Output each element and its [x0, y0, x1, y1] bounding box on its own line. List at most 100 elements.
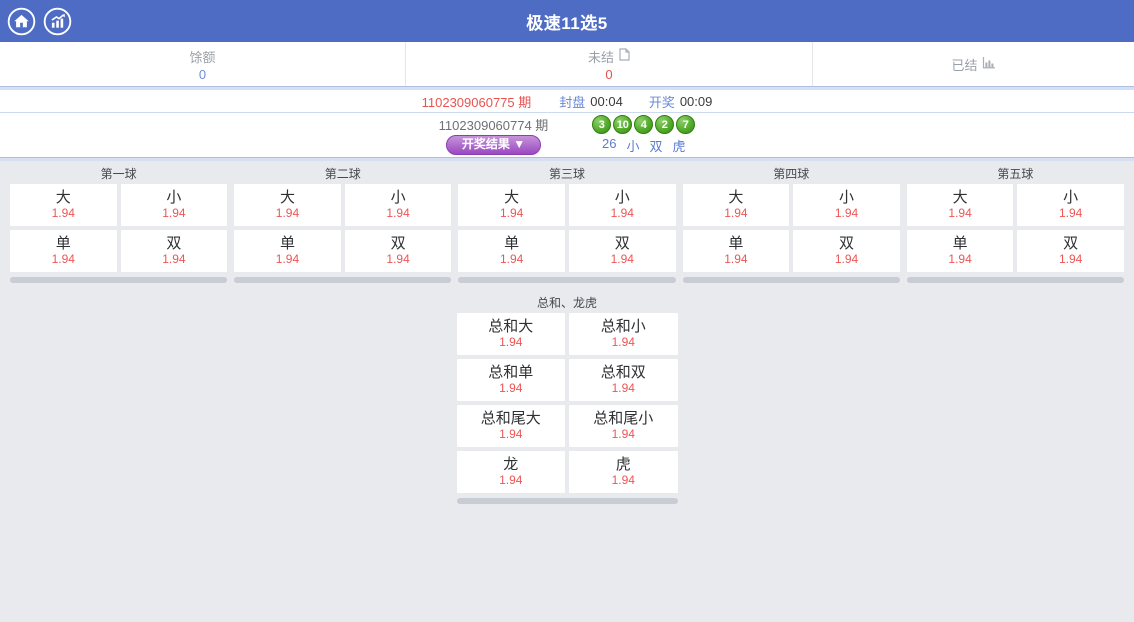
bet-cell[interactable]: 总和尾小 1.94 — [569, 405, 678, 447]
bet-cell[interactable]: 双 1.94 — [1017, 230, 1124, 272]
bet-cell[interactable]: 大 1.94 — [907, 184, 1014, 226]
bet-cell[interactable]: 总和双 1.94 — [569, 359, 678, 401]
balance-stat: 馀额 0 — [0, 42, 406, 86]
bet-cell[interactable]: 小 1.94 — [121, 184, 228, 226]
bet-cell[interactable]: 小 1.94 — [345, 184, 452, 226]
bet-odds: 1.94 — [500, 206, 523, 220]
bet-label: 虎 — [616, 456, 631, 473]
result-size: 小 — [627, 136, 640, 155]
bet-label: 双 — [839, 235, 854, 252]
draw-countdown: 00:09 — [680, 94, 713, 109]
bet-cell[interactable]: 总和尾大 1.94 — [457, 405, 566, 447]
bet-cell[interactable]: 小 1.94 — [793, 184, 900, 226]
bet-label: 总和双 — [601, 364, 646, 381]
bet-cell[interactable]: 大 1.94 — [683, 184, 790, 226]
group-title: 第四球 — [683, 163, 900, 184]
bet-odds: 1.94 — [948, 252, 971, 266]
bet-odds: 1.94 — [612, 335, 635, 349]
unsettled-stat[interactable]: 未结 0 — [406, 42, 813, 86]
bet-label: 大 — [56, 189, 71, 206]
bet-cell[interactable]: 总和小 1.94 — [569, 313, 678, 355]
bet-label: 总和单 — [488, 364, 533, 381]
bet-label: 大 — [728, 189, 743, 206]
bet-label: 小 — [615, 189, 630, 206]
bet-label: 单 — [56, 235, 71, 252]
bet-odds: 1.94 — [835, 252, 858, 266]
bet-label: 单 — [504, 235, 519, 252]
result-ball: 7 — [676, 115, 695, 134]
bet-cell[interactable]: 单 1.94 — [683, 230, 790, 272]
settled-stat[interactable]: 已结 — [813, 42, 1134, 86]
bet-label: 大 — [504, 189, 519, 206]
bet-odds: 1.94 — [499, 473, 522, 487]
group-bottom-bar — [10, 277, 227, 283]
bet-odds: 1.94 — [835, 206, 858, 220]
page-title: 极速11选5 — [0, 9, 1134, 34]
bet-odds: 1.94 — [52, 252, 75, 266]
draw-results-button[interactable]: 开奖结果 ▼ — [446, 135, 541, 156]
bet-cell[interactable]: 虎 1.94 — [569, 451, 678, 493]
bet-cell[interactable]: 大 1.94 — [234, 184, 341, 226]
bet-cell[interactable]: 小 1.94 — [1017, 184, 1124, 226]
result-dragon-tiger: 虎 — [673, 136, 686, 155]
bet-group-ball3: 第三球 大 1.94 小 1.94 单 1.94 双 — [458, 163, 675, 283]
bet-cell[interactable]: 双 1.94 — [121, 230, 228, 272]
group-bottom-bar — [683, 277, 900, 283]
bet-odds: 1.94 — [499, 335, 522, 349]
group-title: 第三球 — [458, 163, 675, 184]
group-title: 第一球 — [10, 163, 227, 184]
bar-chart-icon — [982, 57, 996, 72]
group-bottom-bar — [458, 277, 675, 283]
bet-odds: 1.94 — [162, 252, 185, 266]
betting-area: 第一球 大 1.94 小 1.94 单 1.94 双 — [0, 161, 1134, 622]
result-ball: 10 — [613, 115, 632, 134]
bet-cell[interactable]: 总和单 1.94 — [457, 359, 566, 401]
ball-bet-groups: 第一球 大 1.94 小 1.94 单 1.94 双 — [10, 163, 1124, 283]
bet-cell[interactable]: 单 1.94 — [907, 230, 1014, 272]
balance-value[interactable]: 0 — [199, 67, 206, 82]
result-summary: 26 小 双 虎 — [602, 136, 686, 155]
bet-cell[interactable]: 大 1.94 — [458, 184, 565, 226]
bet-odds: 1.94 — [611, 206, 634, 220]
bet-group-sum-dragon-tiger: 总和、龙虎 总和大 1.94 总和小 1.94 总和单 1.94 总和双 1.9… — [457, 292, 678, 504]
bet-label: 小 — [166, 189, 181, 206]
last-result-row: 1102309060774 期 开奖结果 ▼ 3 10 4 2 7 26 小 双… — [0, 113, 1134, 157]
result-sum: 26 — [602, 136, 616, 155]
bet-cell[interactable]: 单 1.94 — [10, 230, 117, 272]
bet-label: 小 — [1063, 189, 1078, 206]
result-ball: 3 — [592, 115, 611, 134]
home-icon[interactable] — [7, 7, 36, 36]
bet-cell[interactable]: 双 1.94 — [345, 230, 452, 272]
result-ball: 4 — [634, 115, 653, 134]
bet-group-ball1: 第一球 大 1.94 小 1.94 单 1.94 双 — [10, 163, 227, 283]
bet-cell[interactable]: 双 1.94 — [793, 230, 900, 272]
bet-cell[interactable]: 单 1.94 — [234, 230, 341, 272]
group-bottom-bar — [234, 277, 451, 283]
bet-odds: 1.94 — [1059, 252, 1082, 266]
group-title: 第五球 — [907, 163, 1124, 184]
bet-cell[interactable]: 单 1.94 — [458, 230, 565, 272]
bet-odds: 1.94 — [276, 252, 299, 266]
bet-odds: 1.94 — [499, 427, 522, 441]
bet-label: 大 — [953, 189, 968, 206]
bet-label: 双 — [615, 235, 630, 252]
bet-group-ball2: 第二球 大 1.94 小 1.94 单 1.94 双 — [234, 163, 451, 283]
bet-odds: 1.94 — [162, 206, 185, 220]
bet-cell[interactable]: 龙 1.94 — [457, 451, 566, 493]
bet-odds: 1.94 — [276, 206, 299, 220]
result-balls: 3 10 4 2 7 — [592, 115, 695, 134]
bet-odds: 1.94 — [1059, 206, 1082, 220]
bet-cell[interactable]: 总和大 1.94 — [457, 313, 566, 355]
bet-label: 单 — [953, 235, 968, 252]
bet-group-ball4: 第四球 大 1.94 小 1.94 单 1.94 双 — [683, 163, 900, 283]
top-bar: 极速11选5 — [0, 0, 1134, 42]
trend-chart-icon[interactable] — [43, 7, 72, 36]
bet-label: 单 — [280, 235, 295, 252]
bet-cell[interactable]: 双 1.94 — [569, 230, 676, 272]
bet-cell[interactable]: 小 1.94 — [569, 184, 676, 226]
bet-cell[interactable]: 大 1.94 — [10, 184, 117, 226]
bet-label: 总和尾小 — [593, 410, 653, 427]
stats-row: 馀额 0 未结 0 已结 — [0, 42, 1134, 86]
bet-odds: 1.94 — [948, 206, 971, 220]
current-period-row: 1102309060775 期 封盘 00:04 开奖 00:09 — [0, 90, 1134, 112]
